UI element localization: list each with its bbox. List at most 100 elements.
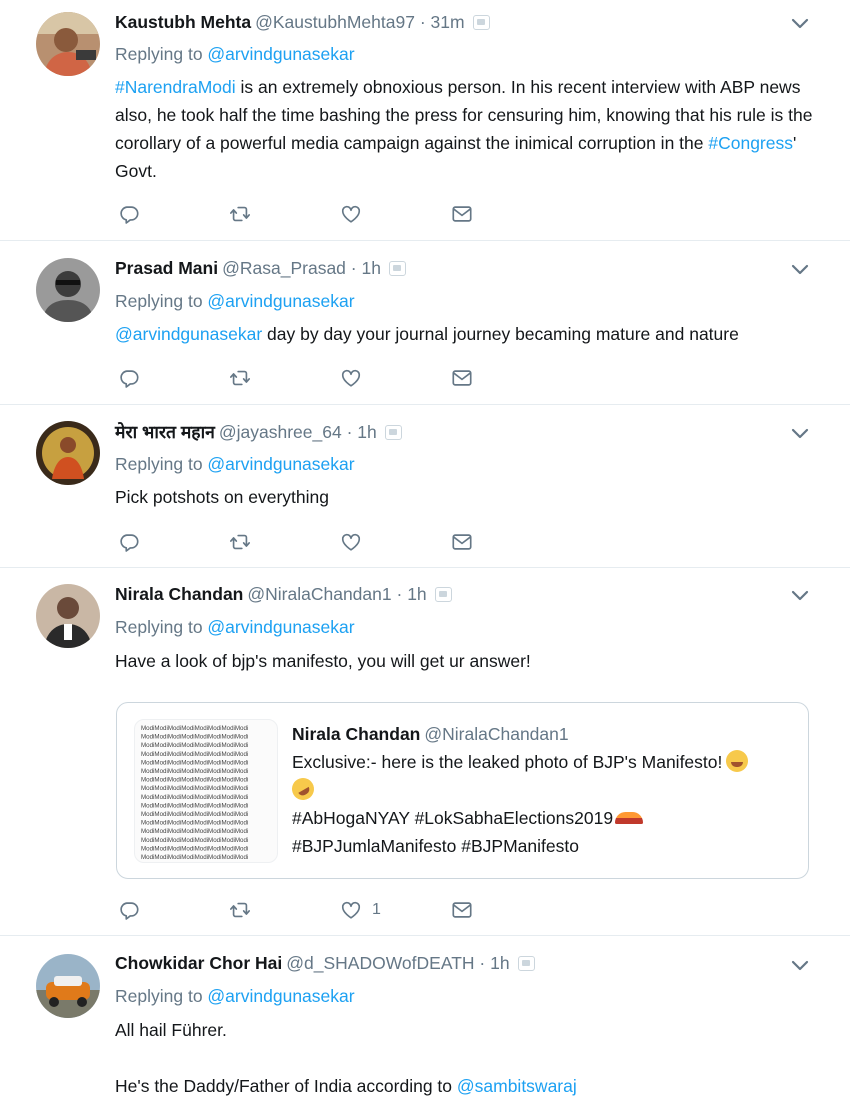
hashtag-link[interactable]: #Congress bbox=[708, 133, 793, 153]
caret-down-icon[interactable] bbox=[790, 958, 810, 978]
retweet-button[interactable] bbox=[229, 202, 251, 226]
image-pattern-text: ModiModiModiModiModiModiModiModi bbox=[141, 742, 248, 749]
retweet-icon bbox=[229, 367, 251, 389]
like-icon bbox=[340, 899, 362, 921]
reply-icon bbox=[118, 367, 140, 389]
tweet[interactable]: Chowkidar Chor Hai @d_SHADOWofDEATH · 1h … bbox=[0, 936, 850, 1101]
avatar[interactable] bbox=[36, 584, 100, 648]
avatar[interactable] bbox=[36, 954, 100, 1018]
reply-handle-link[interactable]: @arvindgunasekar bbox=[207, 44, 354, 64]
retweet-icon bbox=[229, 899, 251, 921]
avatar[interactable] bbox=[36, 12, 100, 76]
separator-dot: · bbox=[396, 584, 403, 604]
like-icon bbox=[340, 203, 362, 225]
image-pattern-text: ModiModiModiModiModiModiModiModi bbox=[141, 768, 248, 775]
tweet-actions: 1 bbox=[118, 898, 538, 922]
reply-button[interactable] bbox=[118, 898, 140, 922]
image-pattern-text: ModiModiModiModiModiModiModiModi bbox=[141, 837, 248, 844]
caret-down-icon[interactable] bbox=[790, 426, 810, 446]
dm-button[interactable] bbox=[451, 530, 473, 554]
replying-to: Replying to @arvindgunasekar bbox=[115, 291, 355, 311]
author-handle[interactable]: @d_SHADOWofDEATH bbox=[286, 953, 474, 973]
author-handle[interactable]: @KaustubhMehta97 bbox=[255, 12, 415, 32]
retweet-button[interactable] bbox=[229, 898, 251, 922]
retweet-button[interactable] bbox=[229, 366, 251, 390]
quoted-tweet[interactable]: ModiModiModiModiModiModiModiModi ModiModi… bbox=[116, 702, 809, 879]
tweet[interactable]: Kaustubh Mehta @KaustubhMehta97 · 31m Rep… bbox=[0, 0, 850, 241]
image-pattern-text: ModiModiModiModiModiModiModiModi bbox=[141, 811, 248, 818]
laughing-emoji-icon bbox=[726, 750, 749, 772]
tweet[interactable]: Nirala Chandan @NiralaChandan1 · 1h Reply… bbox=[0, 568, 850, 936]
tweet-time[interactable]: 1h bbox=[362, 258, 381, 278]
author-name[interactable]: मेरा भारत महान bbox=[115, 422, 215, 442]
caret-down-icon[interactable] bbox=[790, 262, 810, 282]
mention-link[interactable]: @arvindgunasekar bbox=[115, 324, 262, 344]
image-pattern-text: ModiModiModiModiModiModiModiModi bbox=[141, 845, 248, 852]
reply-handle-link[interactable]: @arvindgunasekar bbox=[207, 454, 354, 474]
reply-icon bbox=[118, 203, 140, 225]
author-handle[interactable]: @jayashree_64 bbox=[219, 422, 342, 442]
retweet-button[interactable] bbox=[229, 530, 251, 554]
separator-dot: · bbox=[350, 258, 357, 278]
like-button[interactable]: 1 bbox=[340, 898, 381, 922]
gear-icon bbox=[384, 425, 402, 440]
reply-handle-link[interactable]: @arvindgunasekar bbox=[207, 986, 354, 1006]
dm-button[interactable] bbox=[451, 202, 473, 226]
like-icon bbox=[340, 531, 362, 553]
tweet-text: Have a look of bjp's manifesto, you will… bbox=[115, 651, 531, 671]
tweet-actions bbox=[118, 202, 538, 226]
caret-down-icon[interactable] bbox=[790, 16, 810, 36]
tweet-text: Pick potshots on everything bbox=[115, 487, 330, 507]
hashtag-link[interactable]: #NarendraModi bbox=[115, 77, 236, 97]
separator-dot: · bbox=[346, 422, 353, 442]
author-name[interactable]: Kaustubh Mehta bbox=[115, 12, 251, 32]
mention-link[interactable]: @sambitswaraj bbox=[457, 1076, 577, 1096]
like-button[interactable] bbox=[340, 366, 362, 390]
image-pattern-text: ModiModiModiModiModiModiModiModi bbox=[141, 725, 248, 732]
avatar[interactable] bbox=[36, 258, 100, 322]
quoted-hashtags-line: #AbHogaNYAY #LokSabhaElections2019 bbox=[292, 808, 614, 828]
author-handle[interactable]: @Rasa_Prasad bbox=[222, 258, 346, 278]
dm-icon bbox=[451, 899, 473, 921]
quoted-tweet-image[interactable]: ModiModiModiModiModiModiModiModi ModiModi… bbox=[134, 719, 278, 863]
like-button[interactable] bbox=[340, 202, 362, 226]
image-pattern-text: ModiModiModiModiModiModiModiModi bbox=[141, 828, 248, 835]
image-pattern-text: ModiModiModiModiModiModiModiModi bbox=[141, 759, 248, 766]
tweet-text: All hail Führer. He's the Daddy/Father o… bbox=[115, 1020, 577, 1096]
author-handle[interactable]: @NiralaChandan1 bbox=[247, 584, 391, 604]
dm-icon bbox=[451, 367, 473, 389]
replying-to: Replying to @arvindgunasekar bbox=[115, 44, 355, 64]
retweet-icon bbox=[229, 531, 251, 553]
tweet[interactable]: Prasad Mani @Rasa_Prasad · 1h Replying to… bbox=[0, 241, 850, 405]
author-name[interactable]: Nirala Chandan bbox=[115, 584, 243, 604]
rofl-emoji-icon bbox=[287, 773, 319, 805]
image-pattern-text: ModiModiModiModiModiModiModiModi bbox=[141, 820, 248, 827]
reply-icon bbox=[118, 531, 140, 553]
gear-icon bbox=[472, 15, 490, 30]
tweet-time[interactable]: 1h bbox=[357, 422, 376, 442]
like-button[interactable] bbox=[340, 530, 362, 554]
reply-button[interactable] bbox=[118, 530, 140, 554]
separator-dot: · bbox=[419, 12, 426, 32]
replying-to: Replying to @arvindgunasekar bbox=[115, 454, 355, 474]
quoted-tweet-body: Nirala Chandan @NiralaChandan1 Exclusive:… bbox=[287, 720, 797, 860]
tweet-time[interactable]: 1h bbox=[490, 953, 509, 973]
tweet-actions bbox=[118, 530, 538, 554]
dm-button[interactable] bbox=[451, 366, 473, 390]
author-name[interactable]: Chowkidar Chor Hai bbox=[115, 953, 282, 973]
reply-button[interactable] bbox=[118, 366, 140, 390]
gear-icon bbox=[517, 956, 535, 971]
reply-handle-link[interactable]: @arvindgunasekar bbox=[207, 291, 354, 311]
caret-down-icon[interactable] bbox=[790, 588, 810, 608]
dm-button[interactable] bbox=[451, 898, 473, 922]
tweet-actions bbox=[118, 366, 538, 390]
tweet-time[interactable]: 1h bbox=[407, 584, 426, 604]
author-name[interactable]: Prasad Mani bbox=[115, 258, 218, 278]
image-pattern-text: ModiModiModiModiModiModiModiModi bbox=[141, 734, 248, 741]
tweet-time[interactable]: 31m bbox=[431, 12, 465, 32]
reply-handle-link[interactable]: @arvindgunasekar bbox=[207, 617, 354, 637]
avatar[interactable] bbox=[36, 421, 100, 485]
like-icon bbox=[340, 367, 362, 389]
reply-button[interactable] bbox=[118, 202, 140, 226]
tweet[interactable]: मेरा भारत महान @jayashree_64 · 1h Replyin… bbox=[0, 405, 850, 568]
